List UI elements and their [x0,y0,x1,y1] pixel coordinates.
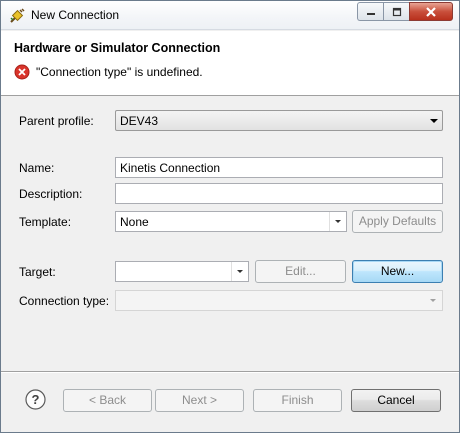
banner-message: "Connection type" is undefined. [36,65,203,79]
chevron-down-icon [430,119,438,123]
window-title: New Connection [31,8,120,22]
edit-target-button[interactable]: Edit... [255,260,346,283]
name-label: Name: [19,161,55,175]
maximize-button[interactable] [383,2,409,21]
chevron-down-icon [335,220,341,223]
banner-title: Hardware or Simulator Connection [14,41,221,55]
new-connection-dialog: New Connection Hardware or Simulator Con… [0,0,460,433]
name-input[interactable] [115,157,443,178]
chevron-down-icon [237,270,243,273]
target-dropdown-button[interactable] [231,262,248,281]
close-button[interactable] [409,2,453,21]
dialog-banner: Hardware or Simulator Connection "Connec… [1,31,459,96]
template-value: None [120,215,149,229]
template-combo[interactable]: None [115,211,347,232]
connection-type-label: Connection type: [19,294,110,308]
target-label: Target: [19,265,56,279]
connection-type-dropdown-button[interactable] [425,291,442,310]
help-icon[interactable]: ? [25,389,46,410]
description-input[interactable] [115,183,443,204]
next-button[interactable]: Next > [155,389,244,412]
error-icon [14,64,30,80]
connection-type-combo[interactable] [115,290,443,311]
close-icon [426,6,436,17]
back-button[interactable]: < Back [63,389,152,412]
finish-button[interactable]: Finish [253,389,342,412]
chevron-down-icon [430,299,436,302]
apply-defaults-button[interactable]: Apply Defaults [352,210,443,233]
maximize-icon [392,7,401,16]
minimize-icon [366,12,375,15]
minimize-button[interactable] [357,2,383,21]
connection-plug-icon [9,8,25,24]
title-bar[interactable]: New Connection [1,1,459,30]
template-label: Template: [19,215,72,229]
svg-text:?: ? [32,392,40,407]
caption-buttons [357,2,453,22]
target-combo[interactable] [115,261,249,282]
parent-profile-value: DEV43 [120,114,159,128]
footer-separator [1,371,459,373]
new-target-button[interactable]: New... [352,260,443,283]
parent-profile-dropdown[interactable]: DEV43 [115,110,443,131]
parent-profile-label: Parent profile: [19,114,94,128]
template-dropdown-button[interactable] [329,212,346,231]
description-label: Description: [19,187,83,201]
cancel-button[interactable]: Cancel [351,389,441,412]
